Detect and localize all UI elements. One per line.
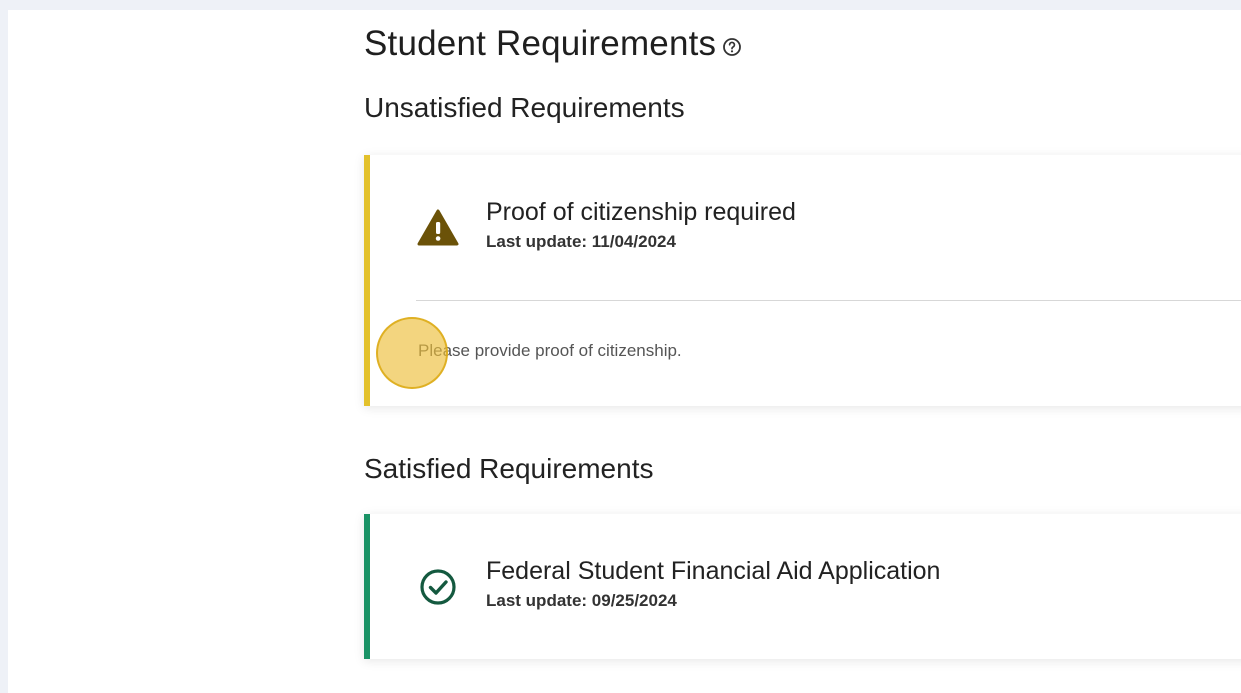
page-title-text: Student Requirements (364, 24, 717, 63)
requirement-card-fafsa[interactable]: Federal Student Financial Aid Applicatio… (364, 514, 1241, 659)
requirement-last-update: Last update: 09/25/2024 (486, 591, 677, 610)
requirement-card-header: Proof of citizenship required Last updat… (416, 196, 796, 252)
requirement-text: Federal Student Financial Aid Applicatio… (486, 555, 940, 611)
page-title: Student Requirements (364, 24, 742, 64)
satisfied-requirements-heading: Satisfied Requirements (364, 453, 654, 484)
requirement-description: Please provide proof of citizenship. (418, 341, 682, 360)
unsatisfied-requirements-heading: Unsatisfied Requirements (364, 92, 685, 123)
requirement-title: Proof of citizenship required (486, 198, 796, 226)
warning-triangle-icon (416, 206, 460, 250)
requirement-text: Proof of citizenship required Last updat… (486, 196, 796, 252)
check-circle-icon (416, 565, 460, 609)
card-divider (416, 300, 1241, 301)
requirement-last-update: Last update: 11/04/2024 (486, 232, 676, 251)
help-circle-icon[interactable] (722, 37, 742, 57)
requirement-card-header: Federal Student Financial Aid Applicatio… (416, 555, 940, 611)
requirement-card-proof-of-citizenship[interactable]: Proof of citizenship required Last updat… (364, 155, 1241, 406)
requirement-title: Federal Student Financial Aid Applicatio… (486, 557, 941, 585)
